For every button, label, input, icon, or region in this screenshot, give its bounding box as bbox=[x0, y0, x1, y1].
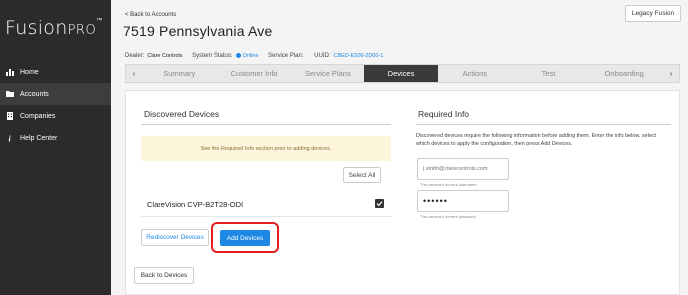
sidebar-item-label: Accounts bbox=[20, 90, 49, 98]
section-divider bbox=[141, 124, 391, 125]
building-icon bbox=[6, 112, 14, 120]
info-icon: i bbox=[6, 134, 14, 144]
dealer-value: Clare Controls bbox=[147, 53, 183, 60]
sidebar-item-companies[interactable]: Companies bbox=[0, 105, 111, 127]
service-plan-label: Service Plan: bbox=[268, 53, 304, 60]
rediscover-devices-button[interactable]: Rediscover Devices bbox=[141, 229, 209, 246]
required-info-title: Required Info bbox=[418, 109, 470, 119]
tab-devices[interactable]: Devices bbox=[364, 65, 438, 82]
legacy-fusion-button[interactable]: Legacy Fusion bbox=[625, 5, 681, 22]
bar-chart-icon bbox=[6, 68, 14, 76]
folder-icon bbox=[6, 90, 14, 98]
tab-scroll-left-icon[interactable]: ‹ bbox=[126, 65, 142, 82]
sidebar-item-help-center[interactable]: i Help Center bbox=[0, 127, 111, 149]
fusion-pro-logo[interactable]: FusionPRO™ bbox=[5, 17, 103, 39]
sidebar-item-home[interactable]: Home bbox=[0, 61, 111, 83]
tab-scroll-right-icon[interactable]: › bbox=[663, 65, 679, 82]
username-help-text: The camera's current username bbox=[420, 182, 477, 187]
uuid-value[interactable]: CBED-E506-2D00-1 bbox=[333, 53, 383, 59]
status-dot-icon bbox=[235, 53, 241, 58]
camera-password-input[interactable]: •••••• bbox=[417, 190, 509, 212]
tab-service-plans[interactable]: Service Plans bbox=[291, 65, 364, 82]
back-to-accounts-link[interactable]: < Back to Accounts bbox=[125, 12, 176, 18]
system-status-label: System Status: bbox=[192, 53, 233, 60]
section-divider bbox=[416, 124, 671, 125]
svg-text:i: i bbox=[9, 135, 12, 143]
select-all-button[interactable]: Select All bbox=[343, 167, 381, 183]
add-devices-button[interactable]: Add Devices bbox=[220, 230, 270, 246]
required-info-notice: See the Required Info section prior to a… bbox=[141, 136, 391, 161]
sidebar-item-label: Help Center bbox=[20, 134, 58, 142]
tab-customer-info[interactable]: Customer Info bbox=[217, 65, 292, 82]
password-help-text: The camera's current password bbox=[420, 214, 476, 219]
sidebar: FusionPRO™ Home Accounts Companies i Hel… bbox=[0, 0, 111, 295]
tab-summary[interactable]: Summary bbox=[142, 65, 217, 82]
system-status-value: Online bbox=[242, 53, 259, 60]
devices-panel: Discovered Devices See the Required Info… bbox=[125, 90, 680, 295]
device-divider bbox=[141, 216, 391, 217]
tab-test[interactable]: Test bbox=[512, 65, 586, 82]
account-meta: Dealer: Clare Controls System Status: Onli… bbox=[125, 53, 391, 59]
page-title: 7519 Pennsylvania Ave bbox=[123, 23, 273, 39]
dealer-label: Dealer: bbox=[125, 53, 145, 60]
sidebar-item-label: Companies bbox=[20, 112, 56, 120]
device-name: ClareVision CVP-B2T28-ODI bbox=[147, 200, 244, 209]
tab-actions[interactable]: Actions bbox=[438, 65, 512, 82]
camera-username-input[interactable] bbox=[417, 158, 509, 180]
discovered-devices-title: Discovered Devices bbox=[144, 109, 220, 119]
sidebar-item-accounts[interactable]: Accounts bbox=[0, 83, 111, 105]
tab-onboarding[interactable]: Onboarding bbox=[585, 65, 663, 82]
checkmark-icon bbox=[376, 201, 383, 207]
back-to-devices-button[interactable]: Back to Devices bbox=[134, 267, 194, 284]
tab-bar: ‹ Summary Customer Info Service Plans De… bbox=[125, 64, 680, 83]
uuid-label: UUID: bbox=[314, 53, 331, 60]
device-checkbox[interactable] bbox=[375, 199, 384, 208]
sidebar-item-label: Home bbox=[20, 68, 39, 76]
required-info-description: Discovered devices require the following… bbox=[416, 133, 657, 147]
